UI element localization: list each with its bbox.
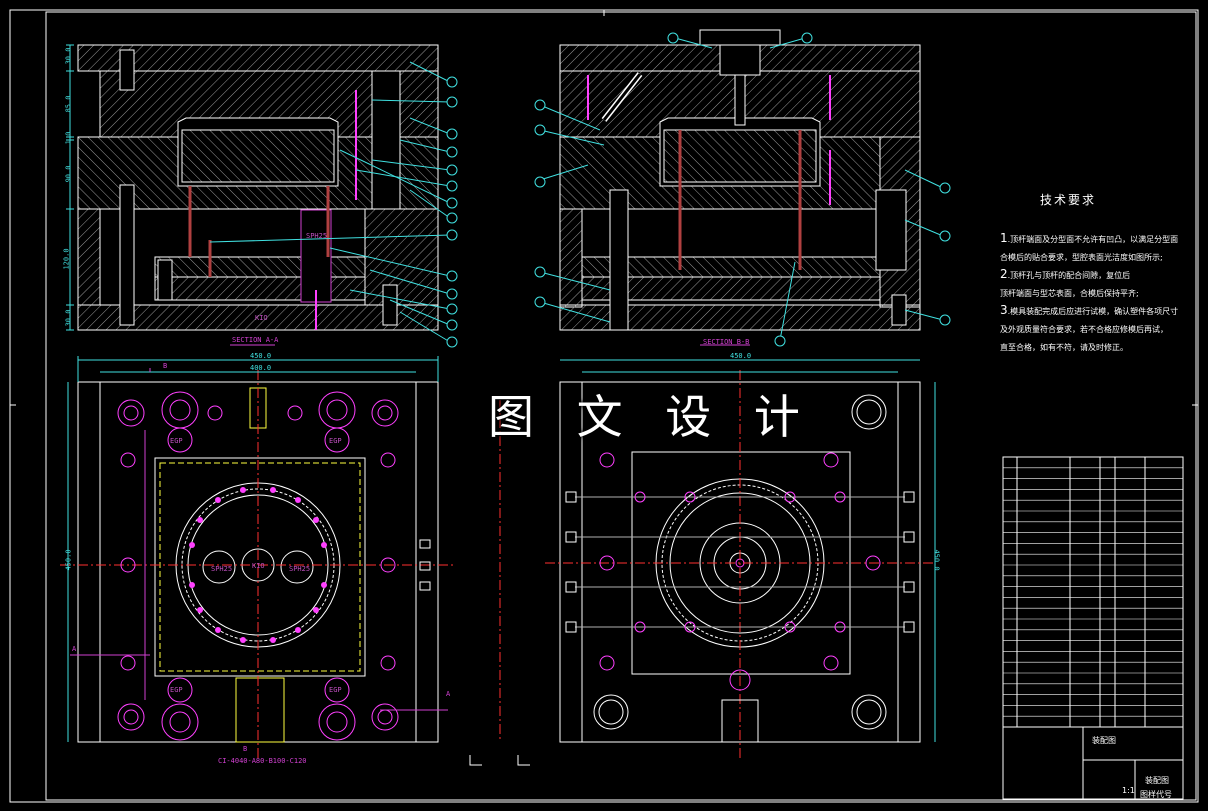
title-block-left: 装配图 — [1092, 736, 1116, 745]
requirement-line: 1.顶杆端面及分型面不允许有凹凸，以满足分型面 — [1000, 231, 1179, 245]
dim-stack-4: 90.0 — [64, 165, 73, 183]
parts-list-table — [1002, 456, 1184, 800]
ejector-label-br: EGP — [329, 686, 342, 694]
dim-left-height: 450.0 — [64, 549, 73, 571]
dim-overall-width: 450.0 — [250, 352, 272, 360]
requirement-line: 3.模具装配完成后应进行试模，确认塑件各项尺寸 — [1000, 303, 1179, 317]
title-block-drawing-no: 图样代号 — [1140, 790, 1172, 799]
technical-requirements-heading: 技术要求 — [1040, 193, 1097, 207]
technical-requirements: 技术要求 1.顶杆端面及分型面不允许有凹凸，以满足分型面 合模后的贴合要求，型腔… — [1000, 193, 1190, 356]
section-aa-view — [66, 44, 458, 348]
section-bb-label: SECTION B-B — [703, 338, 750, 346]
core-label-plan: KIO — [252, 562, 265, 570]
section-marker-b-bottom: B — [243, 745, 248, 753]
core-label: KIO — [255, 314, 268, 322]
requirement-line: 顶杆端面与型芯表面，合模后保持平齐; — [1000, 289, 1139, 298]
requirement-line: 2.顶杆孔与顶杆的配合间隙，复位后 — [1000, 267, 1131, 281]
section-marker-a-right: A — [446, 690, 451, 698]
dim-right-width: 450.0 — [730, 352, 752, 360]
title-block-scale: 1:1 — [1122, 786, 1135, 795]
title-block-right: 装配图 — [1145, 776, 1169, 785]
requirement-line: 合模后的贴合要求，型腔表面光洁度如图所示; — [1000, 253, 1163, 262]
spring-label-right: SPH25 — [289, 565, 311, 573]
ejector-label-tr: EGP — [329, 437, 342, 445]
section-marker-a-left: A — [72, 645, 77, 653]
requirement-line: 及外观质量符合要求，若不合格应修模后再试， — [1000, 325, 1168, 334]
moving-half-plan-view — [60, 356, 501, 760]
ejector-label-tl: EGP — [170, 437, 183, 445]
requirement-line: 直至合格，如有不符，请及时修正。 — [1000, 343, 1128, 352]
dim-stack-1: 30.0 — [64, 47, 73, 65]
dim-stack-3: 1.0 — [64, 131, 73, 145]
section-marker-b-top: B — [163, 362, 168, 370]
spring-label-left: SPH25 — [211, 565, 233, 573]
parts-list-rows — [1003, 467, 1183, 717]
section-bb-view — [534, 29, 951, 347]
dim-stack-2: 85.0 — [64, 95, 73, 113]
mold-base-spec: CI-4040-A80-B100-C120 — [218, 757, 307, 765]
dim-stack-6: 30.0 — [64, 309, 73, 327]
section-aa-label: SECTION A-A — [232, 336, 279, 344]
dim-inner-width: 400.0 — [250, 364, 272, 372]
dim-right-height: 450.0 — [932, 549, 941, 571]
ejector-label-bl: EGP — [170, 686, 183, 694]
watermark-text: 图 文 设 计 — [488, 390, 814, 444]
dim-stack-5: 120.0 — [62, 248, 71, 270]
spring-label: SPH25 — [306, 232, 328, 240]
